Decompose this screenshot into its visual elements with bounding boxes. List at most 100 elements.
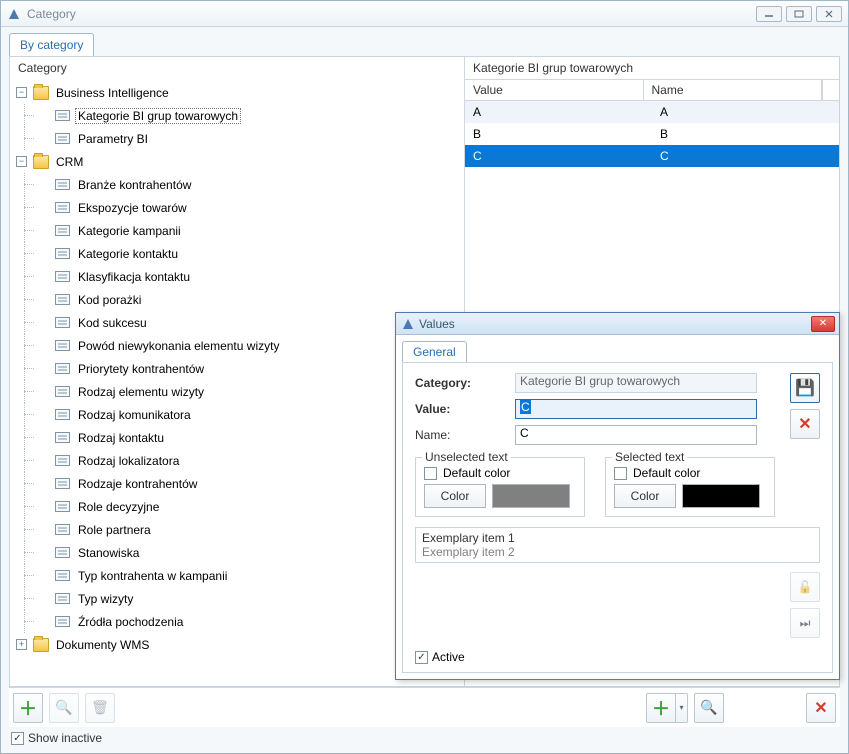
category-item-icon xyxy=(55,409,70,420)
expand-toggle[interactable]: + xyxy=(16,639,27,650)
delete-value-button[interactable]: ✕ xyxy=(806,693,836,723)
folder-icon xyxy=(33,155,49,169)
col-value[interactable]: Value xyxy=(465,80,644,100)
lock-icon: 🔓 xyxy=(798,580,813,594)
tab-by-category[interactable]: By category xyxy=(9,33,94,56)
next-record-button[interactable]: ⏭ xyxy=(790,608,820,638)
unlock-button[interactable]: 🔓 xyxy=(790,572,820,602)
expand-toggle[interactable]: − xyxy=(16,87,27,98)
tree-label: Priorytety kontrahentów xyxy=(75,361,207,377)
trash-icon: 🗑 xyxy=(91,699,109,716)
unselected-color-button[interactable]: Color xyxy=(424,484,486,508)
tree-folder[interactable]: − CRM xyxy=(16,150,464,173)
chevron-down-icon[interactable]: ▾ xyxy=(676,693,688,723)
delete-tree-button[interactable]: 🗑 xyxy=(85,693,115,723)
category-item-icon xyxy=(55,110,70,121)
left-toolbar: ＋ 🔍 🗑 ＋ ▾ 🔍 ✕ xyxy=(9,687,840,727)
window-title: Category xyxy=(27,7,756,21)
tree-item[interactable]: Klasyfikacja kontaktu xyxy=(36,265,464,288)
maximize-button[interactable] xyxy=(786,6,812,22)
category-field: Kategorie BI grup towarowych xyxy=(515,373,757,393)
dialog-close-button[interactable]: ✕ xyxy=(811,316,835,332)
search-icon: 🔍 xyxy=(700,699,717,716)
category-item-icon xyxy=(55,179,70,190)
tree-item[interactable]: Kategorie kontaktu xyxy=(36,242,464,265)
tree-label: Kod porażki xyxy=(75,292,144,308)
tree-label: Kod sukcesu xyxy=(75,315,150,331)
table-row[interactable]: AA xyxy=(465,101,839,123)
exemplary-item-1: Exemplary item 1 xyxy=(422,531,813,545)
tree-label: Kategorie kontaktu xyxy=(75,246,181,262)
category-label: Category: xyxy=(415,376,515,390)
selected-color-button[interactable]: Color xyxy=(614,484,676,508)
tree-label: Typ kontrahenta w kampanii xyxy=(75,568,230,584)
tree-label: Kategorie kampanii xyxy=(75,223,184,239)
tree-label: Role partnera xyxy=(75,522,154,538)
tree-label: Rodzaj lokalizatora xyxy=(75,453,182,469)
cell-value: A xyxy=(465,105,652,119)
active-label: Active xyxy=(432,650,465,664)
selected-default-label: Default color xyxy=(633,466,700,480)
tree-folder[interactable]: −Business Intelligence xyxy=(16,81,464,104)
minimize-button[interactable] xyxy=(756,6,782,22)
category-item-icon xyxy=(55,202,70,213)
dialog-body: 💾 ✕ Category: Kategorie BI grup towarowy… xyxy=(402,362,833,673)
unselected-color-swatch xyxy=(492,484,570,508)
arrow-icon: ⏭ xyxy=(800,616,811,631)
col-name[interactable]: Name xyxy=(644,80,823,100)
tree-label: Klasyfikacja kontaktu xyxy=(75,269,193,285)
cell-name: C xyxy=(652,149,839,163)
grid-header: Value Name xyxy=(465,79,839,101)
tree-label: Rodzaj kontaktu xyxy=(75,430,167,446)
value-field[interactable]: C xyxy=(515,399,757,419)
unselected-default-checkbox[interactable] xyxy=(424,467,437,480)
selected-legend: Selected text xyxy=(612,450,687,464)
tree-label: Role decyzyjne xyxy=(75,499,162,515)
tree-label: Rodzaje kontrahentów xyxy=(75,476,200,492)
add-button[interactable]: ＋ xyxy=(13,693,43,723)
active-checkbox[interactable]: ✓ xyxy=(415,651,428,664)
cancel-button[interactable]: ✕ xyxy=(790,409,820,439)
selected-color-swatch xyxy=(682,484,760,508)
tree-item[interactable]: Parametry BI xyxy=(36,127,464,150)
cell-value: C xyxy=(465,149,652,163)
exemplary-item-2: Exemplary item 2 xyxy=(422,545,813,559)
category-item-icon xyxy=(55,317,70,328)
tree-item[interactable]: Branże kontrahentów xyxy=(36,173,464,196)
show-inactive-row: ✓ Show inactive xyxy=(1,727,848,753)
search-button[interactable]: 🔍 xyxy=(49,693,79,723)
table-row[interactable]: BB xyxy=(465,123,839,145)
category-item-icon xyxy=(55,593,70,604)
name-field[interactable]: C xyxy=(515,425,757,445)
tree-label: Rodzaj elementu wizyty xyxy=(75,384,207,400)
titlebar: Category xyxy=(1,1,848,27)
grid-title: Kategorie BI grup towarowych xyxy=(465,57,839,79)
tab-general[interactable]: General xyxy=(402,341,467,362)
close-button[interactable] xyxy=(816,6,842,22)
close-icon: ✕ xyxy=(798,414,811,434)
tree-label: Kategorie BI grup towarowych xyxy=(75,108,241,124)
tree-item[interactable]: Kategorie BI grup towarowych xyxy=(36,104,464,127)
expand-toggle[interactable]: − xyxy=(16,156,27,167)
tree-item[interactable]: Kod porażki xyxy=(36,288,464,311)
tree-label: CRM xyxy=(53,154,86,170)
unselected-legend: Unselected text xyxy=(422,450,511,464)
category-item-icon xyxy=(55,363,70,374)
category-item-icon xyxy=(55,432,70,443)
category-item-icon xyxy=(55,570,70,581)
folder-icon xyxy=(33,86,49,100)
selected-default-checkbox[interactable] xyxy=(614,467,627,480)
tree-item[interactable]: Ekspozycje towarów xyxy=(36,196,464,219)
category-item-icon xyxy=(55,616,70,627)
tree-item[interactable]: Kategorie kampanii xyxy=(36,219,464,242)
show-inactive-checkbox[interactable]: ✓ xyxy=(11,732,24,745)
values-dialog: Values ✕ General 💾 ✕ Category: Kategorie… xyxy=(395,312,840,680)
table-row[interactable]: CC xyxy=(465,145,839,167)
category-item-icon xyxy=(55,455,70,466)
save-button[interactable]: 💾 xyxy=(790,373,820,403)
add-value-split-button[interactable]: ＋ ▾ xyxy=(646,693,688,723)
tree-label: Źródła pochodzenia xyxy=(75,614,186,630)
category-item-icon xyxy=(55,248,70,259)
cell-name: A xyxy=(652,105,839,119)
search-values-button[interactable]: 🔍 xyxy=(694,693,724,723)
